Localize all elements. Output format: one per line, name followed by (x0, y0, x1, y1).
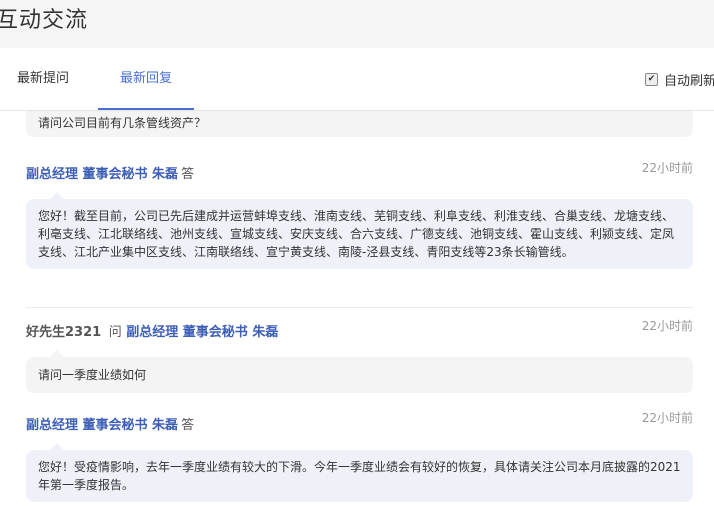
asker-name[interactable]: 好先生2321 (26, 325, 101, 340)
question-bubble: 请问一季度业绩如何 (26, 350, 693, 393)
question-byline: 好先生2321 问 副总经理 董事会秘书 朱磊 (26, 321, 278, 340)
answer-bubble: 您好！截至目前，公司已先后建成并运营蚌埠支线、淮南支线、芜铜支线、利阜支线、利淮… (26, 192, 693, 269)
page-title: 互动交流 (0, 8, 89, 33)
question-text: 请问一季度业绩如何 (38, 368, 147, 382)
answerer-link[interactable]: 副总经理 董事会秘书 朱磊 (26, 167, 178, 182)
answer-verb: 答 (181, 167, 195, 182)
answer-bubble: 您好！受疫情影响，去年一季度业绩有较大的下滑。今年一季度业绩会有较好的恢复，具体… (26, 443, 693, 502)
question-text: 请问公司目前有几条管线资产？ (38, 116, 207, 130)
qa-feed: 请问公司目前有几条管线资产？ 副总经理 董事会秘书 朱磊答 22小时前 您好！截… (0, 111, 714, 507)
answer-verb: 答 (181, 418, 195, 433)
answer-time: 22小时前 (641, 161, 693, 175)
tab-latest-replies[interactable]: 最新回复 (98, 48, 194, 110)
answer-text: 您好！受疫情影响，去年一季度业绩有较大的下滑。今年一季度业绩会有较好的恢复，具体… (38, 460, 681, 492)
answerer-link[interactable]: 副总经理 董事会秘书 朱磊 (26, 418, 178, 433)
divider (26, 307, 693, 308)
question-time: 22小时前 (641, 319, 693, 333)
answer-byline: 副总经理 董事会秘书 朱磊答 (26, 163, 194, 182)
answer-byline: 副总经理 董事会秘书 朱磊答 (26, 414, 194, 433)
ask-verb: 问 (108, 325, 122, 340)
answer-time: 22小时前 (641, 411, 693, 425)
answer-text: 您好！截至目前，公司已先后建成并运营蚌埠支线、淮南支线、芜铜支线、利阜支线、利淮… (38, 209, 675, 259)
autorefresh-label: 自动刷新 (664, 73, 714, 89)
page-header: 互动交流 (0, 0, 714, 48)
autorefresh-checkbox[interactable]: ✔ (645, 72, 658, 86)
autorefresh-toggle[interactable]: ✔ 自动刷新 (645, 70, 714, 89)
tab-bar: 最新提问 最新回复 (0, 48, 714, 111)
question-bubble: 请问公司目前有几条管线资产？ (26, 111, 693, 137)
addressee-link[interactable]: 副总经理 董事会秘书 朱磊 (126, 325, 278, 340)
tab-latest-questions[interactable]: 最新提问 (17, 48, 69, 110)
